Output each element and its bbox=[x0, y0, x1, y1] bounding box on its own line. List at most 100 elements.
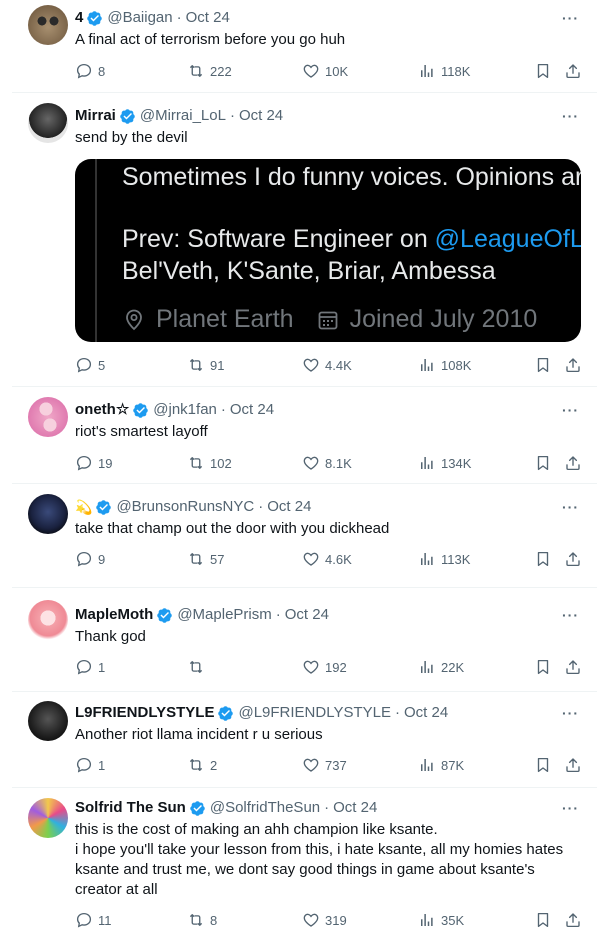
share-button[interactable] bbox=[564, 756, 587, 774]
retweet-button[interactable]: 2 bbox=[187, 756, 217, 774]
user-handle[interactable]: @BrunsonRunsNYC bbox=[116, 498, 254, 516]
like-button[interactable]: 4.4K bbox=[302, 356, 352, 374]
bookmark-button[interactable] bbox=[534, 356, 557, 374]
avatar[interactable] bbox=[28, 494, 68, 534]
tweet-header: MapleMoth @MaplePrism · Oct 24 bbox=[75, 606, 329, 624]
more-options-icon[interactable]: ··· bbox=[562, 800, 579, 816]
reply-button[interactable]: 19 bbox=[75, 454, 112, 472]
views-chart-icon bbox=[418, 658, 436, 676]
tweet-date[interactable]: Oct 24 bbox=[239, 107, 283, 125]
more-options-icon[interactable]: ··· bbox=[562, 402, 579, 418]
like-button[interactable]: 319 bbox=[302, 911, 347, 929]
retweet-button[interactable]: 222 bbox=[187, 62, 232, 80]
retweet-button[interactable]: 102 bbox=[187, 454, 232, 472]
display-name[interactable]: oneth☆ bbox=[75, 401, 129, 419]
tweet[interactable]: 4 @Baiigan · Oct 24 ··· A final act of t… bbox=[12, 0, 597, 93]
tweet[interactable]: MapleMoth @MaplePrism · Oct 24 ··· Thank… bbox=[12, 588, 597, 692]
retweet-button[interactable]: 8 bbox=[187, 911, 217, 929]
like-count: 4.4K bbox=[325, 357, 352, 373]
tweet-text-line: creator at all bbox=[75, 881, 158, 898]
retweet-button[interactable]: 57 bbox=[187, 550, 224, 568]
bookmark-icon bbox=[534, 356, 552, 374]
views-button[interactable]: 134K bbox=[418, 454, 471, 472]
tweet-date[interactable]: Oct 24 bbox=[333, 799, 377, 817]
like-button[interactable]: 737 bbox=[302, 756, 347, 774]
share-button[interactable] bbox=[564, 550, 587, 568]
reply-button[interactable]: 9 bbox=[75, 550, 105, 568]
bookmark-button[interactable] bbox=[534, 911, 557, 929]
avatar[interactable] bbox=[28, 600, 68, 640]
tweet[interactable]: L9FRIENDLYSTYLE @L9FRIENDLYSTYLE · Oct 2… bbox=[12, 692, 597, 788]
views-button[interactable]: 113K bbox=[418, 550, 470, 568]
display-name[interactable]: L9FRIENDLYSTYLE bbox=[75, 704, 214, 722]
tweet[interactable]: 💫 @BrunsonRunsNYC · Oct 24 ··· take that… bbox=[12, 484, 597, 588]
avatar[interactable] bbox=[28, 103, 68, 143]
share-button[interactable] bbox=[564, 356, 587, 374]
more-options-icon[interactable]: ··· bbox=[562, 705, 579, 721]
tweet-date[interactable]: Oct 24 bbox=[285, 606, 329, 624]
tweet-date[interactable]: Oct 24 bbox=[404, 704, 448, 722]
bookmark-button[interactable] bbox=[534, 658, 557, 676]
reply-button[interactable]: 5 bbox=[75, 356, 105, 374]
retweet-count: 8 bbox=[210, 912, 218, 928]
tweet-text-line: ksante and trust me, we dont say good th… bbox=[75, 861, 535, 878]
views-button[interactable]: 35K bbox=[418, 911, 464, 929]
reply-button[interactable]: 8 bbox=[75, 62, 105, 80]
bookmark-button[interactable] bbox=[534, 62, 557, 80]
display-name[interactable]: Solfrid The Sun bbox=[75, 799, 186, 817]
bookmark-button[interactable] bbox=[534, 756, 557, 774]
views-button[interactable]: 22K bbox=[418, 658, 464, 676]
more-options-icon[interactable]: ··· bbox=[562, 108, 579, 124]
user-handle[interactable]: @Baiigan bbox=[107, 9, 172, 27]
avatar[interactable] bbox=[28, 5, 68, 45]
display-name[interactable]: MapleMoth bbox=[75, 606, 153, 624]
user-handle[interactable]: @jnk1fan bbox=[153, 401, 217, 419]
reply-button[interactable]: 11 bbox=[75, 911, 112, 929]
bookmark-button[interactable] bbox=[534, 454, 557, 472]
display-name[interactable]: Mirrai bbox=[75, 107, 116, 125]
avatar[interactable] bbox=[28, 701, 68, 741]
share-button[interactable] bbox=[564, 62, 587, 80]
share-button[interactable] bbox=[564, 911, 587, 929]
tweet[interactable]: Mirrai @Mirrai_LoL · Oct 24 ··· send by … bbox=[12, 93, 597, 387]
user-handle[interactable]: @L9FRIENDLYSTYLE bbox=[238, 704, 391, 722]
tweet-date[interactable]: Oct 24 bbox=[267, 498, 311, 516]
embedded-image[interactable]: Sometimes I do funny voices. Opinions ar… bbox=[75, 159, 581, 342]
views-button[interactable]: 118K bbox=[418, 62, 470, 80]
user-handle[interactable]: @Mirrai_LoL bbox=[140, 107, 226, 125]
bookmark-icon bbox=[534, 454, 552, 472]
tweet-text: this is the cost of making an ahh champi… bbox=[75, 820, 585, 900]
retweet-icon bbox=[187, 756, 205, 774]
retweet-count: 222 bbox=[210, 63, 232, 79]
views-button[interactable]: 87K bbox=[418, 756, 464, 774]
retweet-button[interactable]: 91 bbox=[187, 356, 224, 374]
tweet[interactable]: oneth☆ @jnk1fan · Oct 24 ··· riot's smar… bbox=[12, 387, 597, 484]
bookmark-icon bbox=[534, 62, 552, 80]
user-handle[interactable]: @SolfridTheSun bbox=[210, 799, 320, 817]
tweet-date[interactable]: Oct 24 bbox=[230, 401, 274, 419]
tweet-date[interactable]: Oct 24 bbox=[186, 9, 230, 27]
avatar[interactable] bbox=[28, 798, 68, 838]
reply-button[interactable]: 1 bbox=[75, 658, 105, 676]
embed-divider bbox=[95, 159, 97, 342]
share-icon bbox=[564, 911, 582, 929]
like-button[interactable]: 192 bbox=[302, 658, 347, 676]
tweet[interactable]: Solfrid The Sun @SolfridTheSun · Oct 24 … bbox=[12, 788, 597, 940]
more-options-icon[interactable]: ··· bbox=[562, 10, 579, 26]
share-button[interactable] bbox=[564, 454, 587, 472]
retweet-button[interactable] bbox=[187, 658, 210, 676]
like-button[interactable]: 4.6K bbox=[302, 550, 352, 568]
display-name[interactable]: 4 bbox=[75, 9, 83, 27]
like-button[interactable]: 10K bbox=[302, 62, 348, 80]
user-handle[interactable]: @MaplePrism bbox=[177, 606, 271, 624]
retweet-count: 57 bbox=[210, 551, 225, 567]
views-button[interactable]: 108K bbox=[418, 356, 471, 374]
reply-button[interactable]: 1 bbox=[75, 756, 105, 774]
verified-badge-icon bbox=[132, 402, 149, 419]
avatar[interactable] bbox=[28, 397, 68, 437]
like-button[interactable]: 8.1K bbox=[302, 454, 352, 472]
more-options-icon[interactable]: ··· bbox=[562, 499, 579, 515]
more-options-icon[interactable]: ··· bbox=[562, 607, 579, 623]
bookmark-button[interactable] bbox=[534, 550, 557, 568]
share-button[interactable] bbox=[564, 658, 587, 676]
